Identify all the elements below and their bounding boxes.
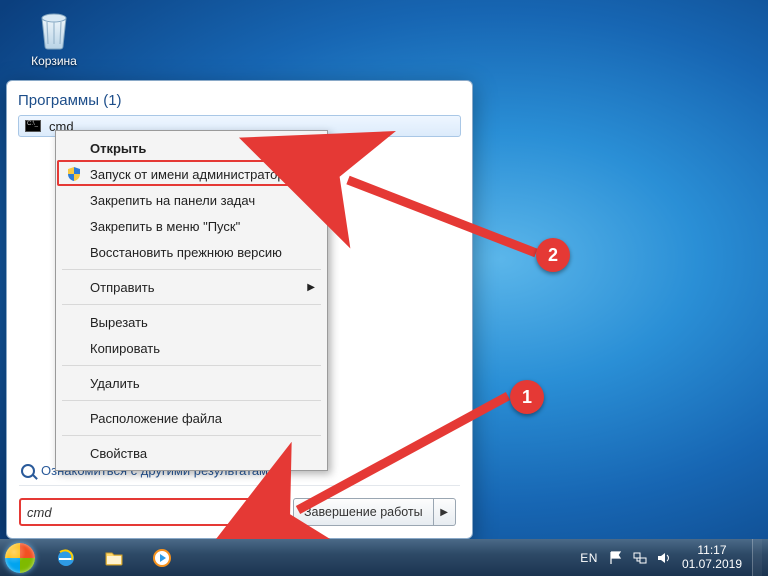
recycle-bin-icon (30, 4, 78, 52)
taskbar: EN 11:17 01.07.2019 (0, 539, 768, 576)
taskbar-media-player[interactable] (140, 543, 184, 573)
ie-icon (56, 548, 76, 568)
clear-search-icon[interactable]: × (263, 504, 275, 520)
ctx-pin-taskbar[interactable]: Закрепить на панели задач (58, 187, 325, 213)
submenu-arrow-icon: ▶ (307, 282, 315, 293)
ctx-run-as-admin[interactable]: Запуск от имени администратора (58, 161, 325, 187)
taskbar-ie[interactable] (44, 543, 88, 573)
windows-orb-icon (5, 543, 35, 573)
tray-time: 11:17 (682, 544, 742, 558)
ctx-send-to[interactable]: Отправить▶ (58, 274, 325, 300)
tray-clock[interactable]: 11:17 01.07.2019 (682, 544, 742, 572)
ctx-sep (62, 365, 321, 366)
shutdown-options-arrow[interactable]: ▶ (434, 498, 456, 526)
ctx-sep (62, 435, 321, 436)
system-tray: EN 11:17 01.07.2019 (580, 539, 768, 576)
folder-icon (104, 548, 124, 568)
cmd-icon (25, 120, 41, 132)
uac-shield-icon (66, 166, 82, 182)
tray-volume-icon[interactable] (656, 550, 672, 566)
tray-language[interactable]: EN (580, 551, 598, 565)
tray-date: 01.07.2019 (682, 558, 742, 572)
start-button[interactable] (0, 539, 40, 576)
search-box[interactable]: × (19, 498, 283, 526)
taskbar-explorer[interactable] (92, 543, 136, 573)
ctx-delete[interactable]: Удалить (58, 370, 325, 396)
show-desktop-button[interactable] (752, 539, 762, 576)
shutdown-split-button[interactable]: Завершение работы ▶ (293, 498, 456, 526)
ctx-file-location[interactable]: Расположение файла (58, 405, 325, 431)
search-input[interactable] (27, 505, 263, 520)
ctx-sep (62, 304, 321, 305)
ctx-sep (62, 400, 321, 401)
shutdown-button[interactable]: Завершение работы (293, 498, 434, 526)
annotation-marker-2: 2 (536, 238, 570, 272)
tray-flag-icon[interactable] (608, 550, 624, 566)
ctx-copy[interactable]: Копировать (58, 335, 325, 361)
ctx-pin-start[interactable]: Закрепить в меню "Пуск" (58, 213, 325, 239)
ctx-open[interactable]: Открыть (58, 135, 325, 161)
ctx-properties[interactable]: Свойства (58, 440, 325, 466)
desktop: Корзина Программы (1) cmd Ознакомиться с… (0, 0, 768, 576)
tray-network-icon[interactable] (632, 550, 648, 566)
search-icon (21, 464, 35, 478)
ctx-restore-version[interactable]: Восстановить прежнюю версию (58, 239, 325, 265)
context-menu: Открыть Запуск от имени администратора З… (55, 130, 328, 471)
desktop-icon-recycle-bin[interactable]: Корзина (18, 4, 90, 68)
annotation-marker-1: 1 (510, 380, 544, 414)
divider (19, 485, 460, 486)
results-header: Программы (1) (18, 92, 461, 109)
wmp-icon (152, 548, 172, 568)
recycle-bin-label: Корзина (18, 54, 90, 68)
ctx-sep (62, 269, 321, 270)
ctx-cut[interactable]: Вырезать (58, 309, 325, 335)
